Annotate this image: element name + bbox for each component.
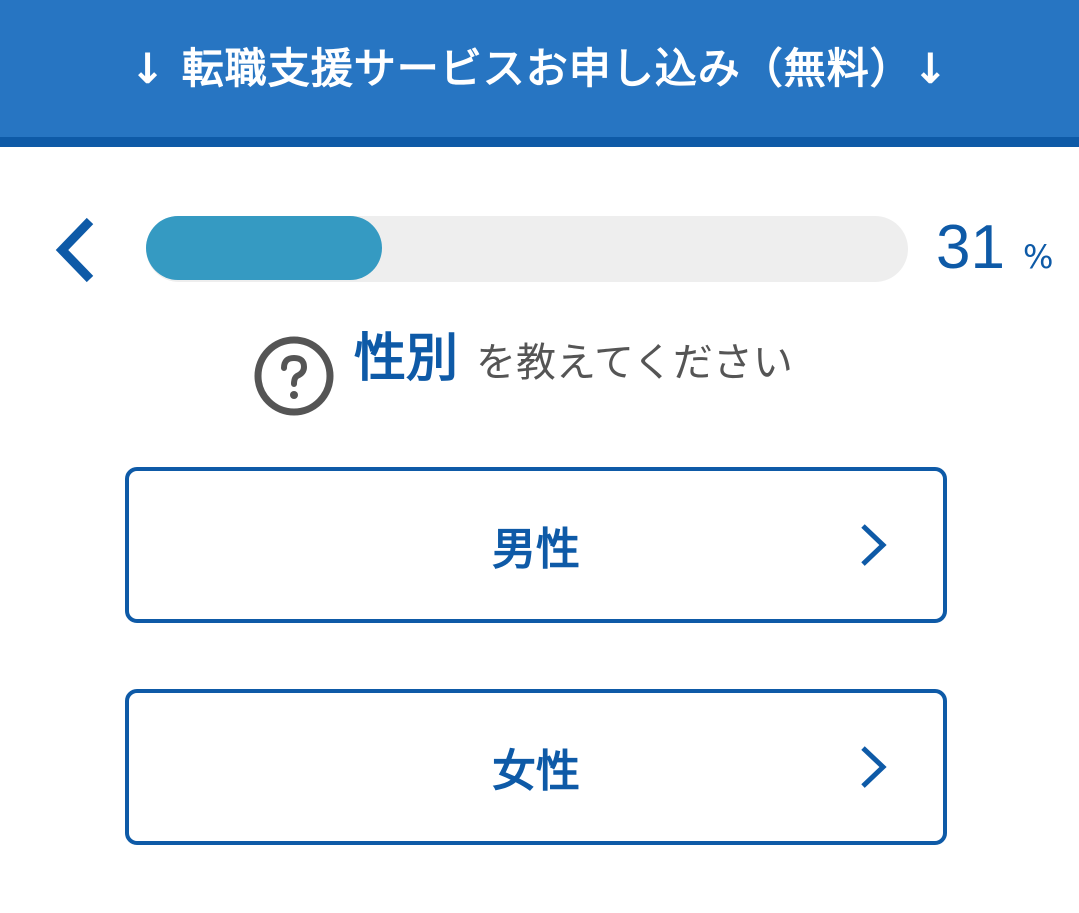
question-keyword: 性別 xyxy=(354,328,459,389)
progress-fill xyxy=(146,216,383,280)
option-label: 女性 xyxy=(492,746,580,797)
question-text: を教えてください xyxy=(476,340,793,386)
chevron-left-icon xyxy=(55,217,94,283)
option-male-button[interactable]: 男性 xyxy=(125,467,947,623)
question-circle-icon[interactable] xyxy=(252,334,336,418)
chevron-right-icon xyxy=(861,524,887,566)
chevron-right-icon xyxy=(861,746,887,788)
progress-bar xyxy=(146,216,908,282)
option-label: 男性 xyxy=(492,524,580,575)
header-banner: ↓ 転職支援サービスお申し込み（無料）↓ xyxy=(0,0,1079,147)
progress-value: 31 xyxy=(936,213,1005,282)
option-female-button[interactable]: 女性 xyxy=(125,689,947,845)
back-button[interactable] xyxy=(40,210,110,290)
progress-unit: % xyxy=(1022,238,1054,276)
progress-percentage: 31 % xyxy=(936,208,1053,288)
header-title: ↓ 転職支援サービスお申し込み（無料）↓ xyxy=(129,44,949,93)
question-heading: 性別 を教えてください xyxy=(252,306,793,416)
